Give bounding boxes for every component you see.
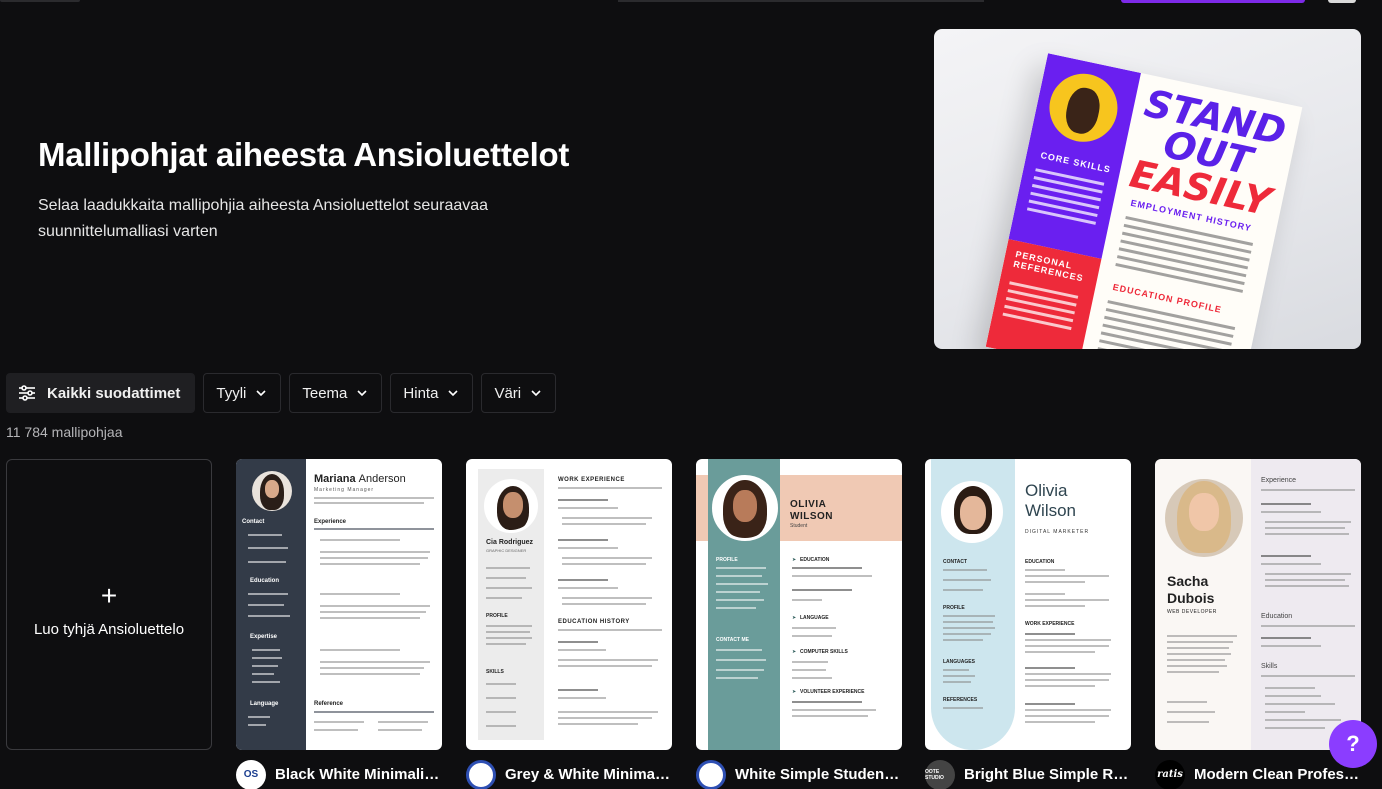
creator-avatar[interactable]: ratis [1155, 759, 1185, 789]
all-filters-button[interactable]: Kaikki suodattimet [6, 373, 196, 413]
theme-filter-dropdown[interactable]: Teema [289, 373, 383, 413]
chevron-down-icon [529, 386, 543, 400]
template-portrait [712, 475, 778, 541]
creator-avatar[interactable] [696, 759, 726, 789]
help-button[interactable]: ? [1329, 720, 1377, 768]
template-card[interactable]: OLIVIA WILSON Student PROFILE CONTACT ME… [696, 459, 902, 750]
chevron-down-icon [446, 386, 460, 400]
create-blank-resume-card[interactable]: + Luo tyhjä Ansioluettelo [6, 459, 212, 750]
template-title[interactable]: Grey & White Minimal ... [505, 766, 672, 783]
create-blank-label: Luo tyhjä Ansioluettelo [33, 621, 185, 638]
result-count: 11 784 mallipohjaa [6, 424, 123, 440]
all-filters-label: Kaikki suodattimet [47, 384, 181, 402]
template-portrait [252, 471, 292, 511]
template-title[interactable]: White Simple Student ... [735, 766, 902, 783]
hero-image: STAND OUT EASILY CORE SKILLS EMPLOYMENT … [934, 29, 1361, 349]
page-subtitle: Selaa laadukkaita mallipohjia aiheesta A… [38, 197, 489, 240]
hero-resume-paper: STAND OUT EASILY CORE SKILLS EMPLOYMENT … [985, 53, 1303, 349]
template-portrait [484, 479, 538, 533]
creator-avatar[interactable]: OOTE STUDIO [925, 759, 955, 789]
template-title[interactable]: Black White Minimalist... [275, 766, 442, 783]
template-portrait [1165, 479, 1243, 557]
template-card[interactable]: Cia Rodriguez GRAPHIC DESIGNER PROFILE S… [466, 459, 672, 750]
plus-icon: + [100, 580, 118, 611]
template-title-row[interactable]: Grey & White Minimal ... [466, 759, 672, 789]
chevron-down-icon [254, 386, 268, 400]
sliders-icon [17, 383, 37, 403]
template-card[interactable]: Mariana Anderson Marketing Manager Conta… [236, 459, 442, 750]
filter-bar: Kaikki suodattimet Tyyli Teema Hinta Vär… [6, 373, 557, 413]
chevron-down-icon [355, 386, 369, 400]
price-filter-dropdown[interactable]: Hinta [390, 373, 474, 413]
template-title-row[interactable]: ratis Modern Clean Professi... [1155, 759, 1361, 789]
template-title-row[interactable]: OS Black White Minimalist... [236, 759, 442, 789]
creator-avatar[interactable]: OS [236, 759, 266, 789]
template-title[interactable]: Bright Blue Simple Res... [964, 766, 1131, 783]
template-title-row[interactable]: OOTE STUDIO Bright Blue Simple Res... [925, 759, 1131, 789]
template-portrait [941, 481, 1003, 543]
top-header-strip [0, 0, 1382, 6]
template-title[interactable]: Modern Clean Professi... [1194, 766, 1361, 783]
color-filter-dropdown[interactable]: Väri [481, 373, 557, 413]
creator-avatar[interactable] [466, 759, 496, 789]
logo-remnant [0, 0, 80, 2]
style-filter-dropdown[interactable]: Tyyli [203, 373, 282, 413]
template-card[interactable]: Olivia Wilson DIGITAL MARKETER CONTACT P… [925, 459, 1131, 750]
search-bar-remnant[interactable] [618, 0, 984, 2]
template-title-row[interactable]: White Simple Student ... [696, 759, 902, 789]
page-title: Mallipohjat aiheesta Ansioluettelot [38, 136, 570, 173]
avatar-remnant[interactable] [1328, 0, 1356, 3]
primary-button-remnant[interactable] [1121, 0, 1305, 3]
template-card[interactable]: Sacha Dubois WEB DEVELOPER Experience Ed… [1155, 459, 1361, 750]
